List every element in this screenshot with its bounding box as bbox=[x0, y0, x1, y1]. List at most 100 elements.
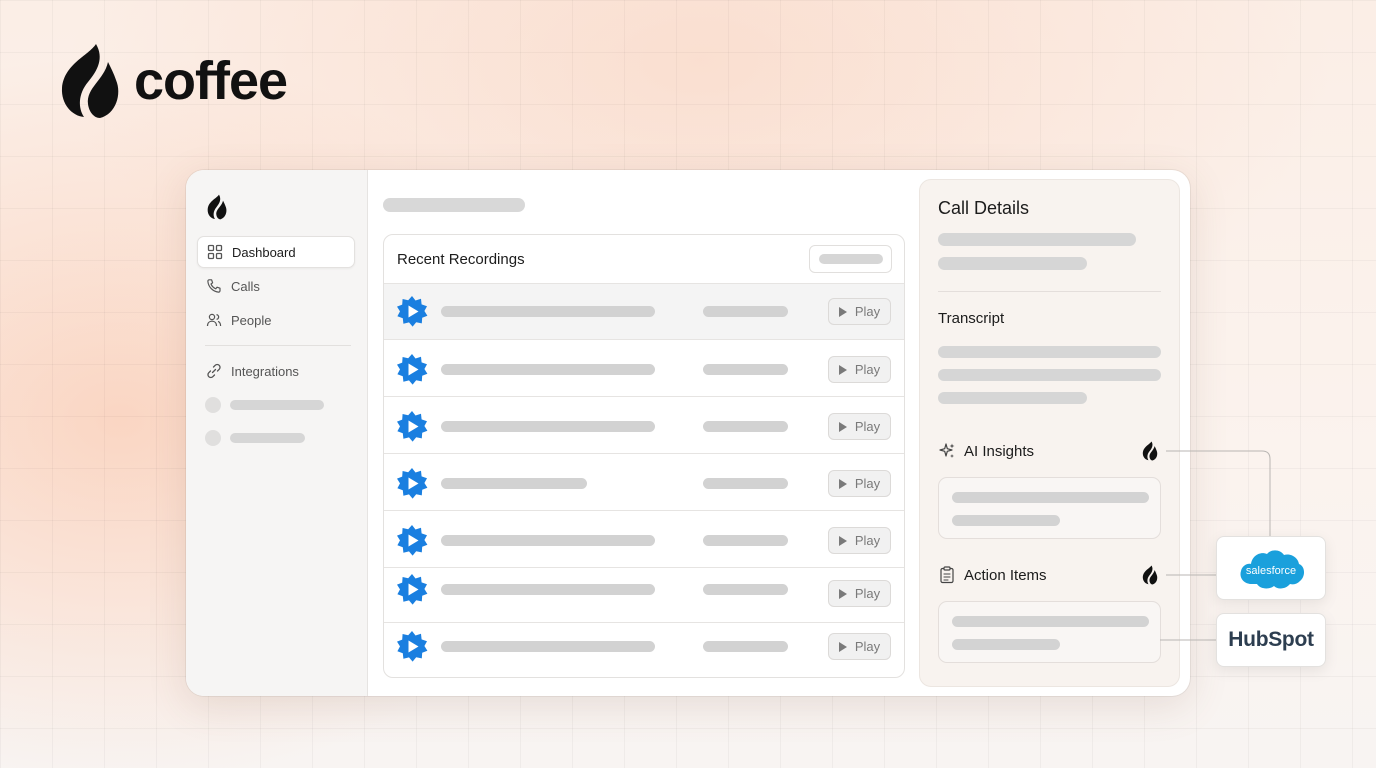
sidebar-placeholder-avatar bbox=[205, 397, 221, 413]
transcript-placeholder bbox=[938, 392, 1087, 404]
play-button[interactable]: Play bbox=[828, 356, 891, 383]
recording-row[interactable]: Play bbox=[384, 396, 904, 453]
sidebar-item-dashboard[interactable]: Dashboard bbox=[197, 236, 355, 268]
recording-meta-placeholder bbox=[703, 364, 788, 375]
salesforce-label: salesforce bbox=[1246, 565, 1296, 577]
hubspot-logo: HubSpot bbox=[1228, 628, 1314, 651]
brand-logo: coffee bbox=[58, 42, 288, 120]
play-button[interactable]: Play bbox=[828, 527, 891, 554]
salesforce-cloud-logo-icon: salesforce bbox=[1240, 550, 1305, 589]
recording-meta-placeholder bbox=[703, 641, 788, 652]
sidebar-placeholder-avatar bbox=[205, 430, 221, 446]
recording-title-placeholder bbox=[441, 535, 655, 546]
dashboard-grid-icon bbox=[207, 244, 223, 260]
recording-play-badge-icon bbox=[397, 468, 428, 499]
play-label: Play bbox=[854, 639, 881, 654]
insight-placeholder bbox=[952, 492, 1149, 503]
salesforce-integration-card[interactable]: salesforce bbox=[1216, 536, 1326, 600]
action-placeholder bbox=[952, 616, 1149, 627]
ai-insights-heading: AI Insights bbox=[938, 442, 1034, 460]
recording-row[interactable]: Play bbox=[384, 339, 904, 396]
phone-icon bbox=[207, 279, 221, 293]
call-details-title: Call Details bbox=[938, 198, 1030, 218]
recording-title-placeholder bbox=[441, 364, 655, 375]
action-placeholder bbox=[952, 639, 1060, 650]
play-button[interactable]: Play bbox=[828, 413, 891, 440]
play-icon bbox=[838, 364, 847, 375]
app-window: Dashboard Calls People Integrations Rece… bbox=[186, 170, 1190, 696]
sparkle-icon bbox=[939, 443, 955, 458]
details-placeholder bbox=[938, 257, 1087, 270]
recording-meta-placeholder bbox=[703, 535, 788, 546]
recording-play-badge-icon bbox=[397, 354, 428, 385]
sidebar-item-label: Integrations bbox=[231, 363, 299, 379]
card-title: Recent Recordings bbox=[397, 251, 525, 268]
filter-placeholder bbox=[819, 254, 883, 264]
play-button[interactable]: Play bbox=[828, 580, 891, 607]
recording-title-placeholder bbox=[441, 421, 655, 432]
play-label: Play bbox=[854, 533, 881, 548]
coffee-logo-icon bbox=[1142, 441, 1158, 461]
recording-title-placeholder bbox=[441, 584, 655, 595]
play-label: Play bbox=[854, 304, 881, 319]
action-items-box bbox=[938, 601, 1161, 663]
recording-meta-placeholder bbox=[703, 306, 788, 317]
play-button[interactable]: Play bbox=[828, 298, 891, 325]
play-icon bbox=[838, 588, 847, 599]
recording-meta-placeholder bbox=[703, 584, 788, 595]
action-items-heading: Action Items bbox=[938, 566, 1047, 584]
recording-row[interactable]: Play bbox=[384, 283, 904, 339]
recording-title-placeholder bbox=[441, 641, 655, 652]
hubspot-integration-card[interactable]: HubSpot bbox=[1216, 613, 1326, 667]
play-icon bbox=[838, 478, 847, 489]
play-label: Play bbox=[854, 586, 881, 601]
sidebar-item-label: Dashboard bbox=[232, 244, 296, 260]
people-icon bbox=[206, 313, 222, 327]
recording-row[interactable]: Play bbox=[384, 622, 904, 677]
recording-row[interactable]: Play bbox=[384, 453, 904, 510]
insight-placeholder bbox=[952, 515, 1060, 526]
details-divider bbox=[938, 291, 1161, 292]
recording-play-badge-icon bbox=[397, 296, 428, 327]
recording-play-badge-icon bbox=[397, 631, 428, 662]
coffee-bean-logo-icon bbox=[61, 44, 119, 118]
sidebar: Dashboard Calls People Integrations bbox=[186, 170, 368, 696]
recent-recordings-card: Recent Recordings Play Play Play Play Pl… bbox=[383, 234, 905, 678]
sidebar-item-label: People bbox=[231, 312, 272, 328]
page-title-placeholder bbox=[383, 198, 525, 212]
recording-title-placeholder bbox=[441, 478, 587, 489]
play-icon bbox=[838, 641, 847, 652]
sidebar-item-label: Calls bbox=[231, 278, 260, 294]
transcript-placeholder bbox=[938, 369, 1161, 381]
play-icon bbox=[838, 306, 847, 317]
play-label: Play bbox=[854, 419, 881, 434]
sidebar-placeholder-label bbox=[230, 433, 305, 443]
play-label: Play bbox=[854, 362, 881, 377]
clipboard-icon bbox=[940, 566, 954, 584]
details-placeholder bbox=[938, 233, 1136, 246]
sidebar-placeholder-label bbox=[230, 400, 324, 410]
brand-name: coffee bbox=[134, 51, 288, 111]
sidebar-item-people[interactable]: People bbox=[197, 304, 355, 336]
ai-insights-box bbox=[938, 477, 1161, 539]
sidebar-item-integrations[interactable]: Integrations bbox=[197, 355, 355, 387]
ai-insights-label: AI Insights bbox=[964, 442, 1035, 460]
transcript-placeholder bbox=[938, 346, 1161, 358]
play-icon bbox=[838, 421, 847, 432]
recording-row[interactable]: Play bbox=[384, 567, 904, 622]
sidebar-item-calls[interactable]: Calls bbox=[197, 270, 355, 302]
coffee-logo-icon bbox=[207, 194, 227, 220]
recording-meta-placeholder bbox=[703, 421, 788, 432]
link-icon bbox=[207, 363, 221, 379]
play-button[interactable]: Play bbox=[828, 633, 891, 660]
filter-dropdown[interactable] bbox=[809, 245, 892, 273]
recording-play-badge-icon bbox=[397, 525, 428, 556]
call-details-panel: Call Details Transcript AI Insights Acti… bbox=[919, 179, 1180, 687]
recording-row[interactable]: Play bbox=[384, 510, 904, 567]
recording-title-placeholder bbox=[441, 306, 655, 317]
play-icon bbox=[838, 535, 847, 546]
play-label: Play bbox=[854, 476, 881, 491]
recording-play-badge-icon bbox=[397, 411, 428, 442]
play-button[interactable]: Play bbox=[828, 470, 891, 497]
recording-meta-placeholder bbox=[703, 478, 788, 489]
